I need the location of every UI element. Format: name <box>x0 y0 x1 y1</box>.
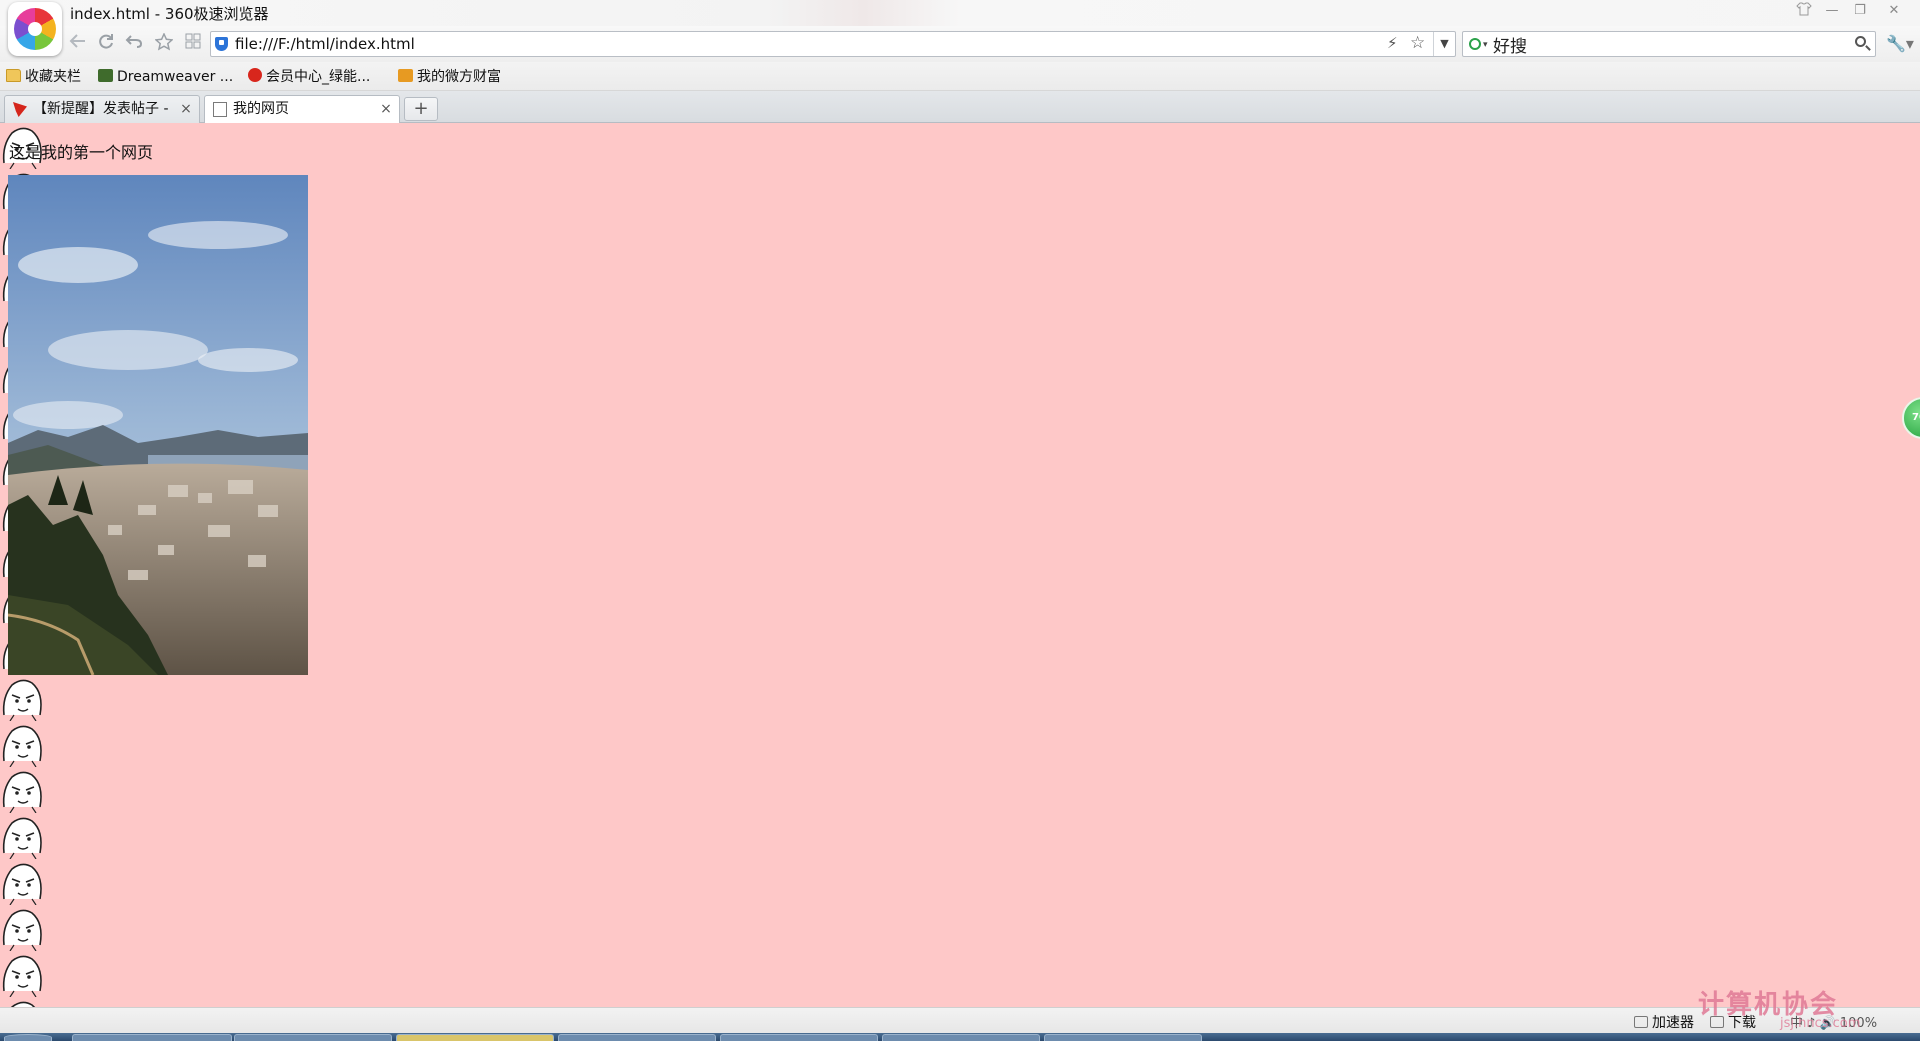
taskbar-app-qq[interactable] <box>234 1034 392 1041</box>
address-input[interactable] <box>235 34 1335 54</box>
undo-icon <box>125 35 143 48</box>
bookmark-star-icon[interactable]: ☆ <box>1410 33 1425 53</box>
taskbar-app-browser[interactable] <box>72 1034 232 1041</box>
landscape-photo <box>8 175 308 675</box>
tab-strip: 【新提醒】发表帖子 - × 我的网页 × + <box>0 91 1920 124</box>
watermark-url: jsj.hncs.com <box>1780 1016 1861 1031</box>
accelerator-label: 加速器 <box>1652 1015 1694 1031</box>
star-outline-icon <box>154 32 174 51</box>
maximize-button[interactable]: ❐ <box>1848 2 1872 20</box>
tab-my-webpage[interactable]: 我的网页 × <box>204 95 400 124</box>
site-favicon-icon <box>13 102 27 117</box>
favorite-button[interactable] <box>152 32 176 55</box>
download-button[interactable]: 下载 <box>1710 1012 1756 1032</box>
engine-dropdown-icon[interactable]: ▾ <box>1483 40 1488 50</box>
arrow-left-icon <box>69 34 85 48</box>
bookmark-favorites-bar[interactable]: 收藏夹栏 <box>6 67 81 87</box>
search-engine-icon[interactable] <box>1469 38 1481 50</box>
accelerator-button[interactable]: 加速器 <box>1634 1012 1694 1032</box>
download-icon <box>1710 1016 1724 1028</box>
close-tab-icon[interactable]: × <box>379 96 393 122</box>
security-shield-icon[interactable] <box>215 37 228 51</box>
bookmark-label: 我的微方财富 <box>417 69 501 85</box>
skin-button[interactable] <box>1792 2 1816 20</box>
bookmark-label: 会员中心_绿能... <box>266 69 371 85</box>
taskbar-app-folder[interactable] <box>396 1034 554 1041</box>
dreamweaver-icon <box>98 69 113 82</box>
folder-icon <box>6 69 21 82</box>
status-bar: 计算机协会 加速器 下载 中 ♪ 🔊 100% jsj.hncs.com <box>0 990 1920 1033</box>
speed-ball-widget[interactable]: 70 <box>1902 397 1920 439</box>
bookmark-label: Dreamweaver ... <box>117 69 234 85</box>
tab-forum-post[interactable]: 【新提醒】发表帖子 - × <box>4 95 200 123</box>
refresh-button[interactable] <box>94 33 118 55</box>
tab-label: 【新提醒】发表帖子 - <box>33 101 169 117</box>
search-box[interactable]: ▾ <box>1462 31 1876 57</box>
page-viewport: 这是我的第一个网页 7 <box>0 123 1920 1007</box>
tools-wrench-icon[interactable]: 🔧▾ <box>1886 33 1916 55</box>
apps-button[interactable] <box>181 33 205 55</box>
search-icon[interactable] <box>1853 34 1873 54</box>
taskbar-app-5[interactable] <box>720 1034 878 1041</box>
weibo-icon <box>248 68 262 82</box>
taskbar-app-6[interactable] <box>882 1034 1040 1041</box>
title-bar: index.html - 360极速浏览器 — ❐ ✕ <box>0 0 1920 56</box>
tab-label: 我的网页 <box>233 101 289 117</box>
wealth-icon <box>398 69 413 82</box>
window-title: index.html - 360极速浏览器 <box>70 5 269 23</box>
bookmark-wealth[interactable]: 我的微方财富 <box>398 67 501 87</box>
undo-close-tab-button[interactable] <box>122 33 146 55</box>
close-tab-icon[interactable]: × <box>179 96 193 122</box>
download-label: 下载 <box>1728 1015 1756 1031</box>
taskbar-app-7[interactable] <box>1044 1034 1202 1041</box>
bookmark-dreamweaver[interactable]: Dreamweaver ... <box>98 67 233 87</box>
chevron-down-icon[interactable]: ▼ <box>1433 32 1455 56</box>
bookmarks-bar: 收藏夹栏 Dreamweaver ... 会员中心_绿能... 我的微方财富 <box>0 62 1920 91</box>
refresh-icon <box>99 34 113 49</box>
grid-icon <box>185 33 201 49</box>
new-tab-button[interactable]: + <box>404 97 438 121</box>
close-button[interactable]: ✕ <box>1882 2 1906 20</box>
navigation-toolbar: ⚡ ☆ ▼ ▾ 🔧▾ <box>0 26 1920 62</box>
browser-logo-icon[interactable] <box>8 2 62 56</box>
speed-mode-icon[interactable]: ⚡ <box>1387 34 1398 52</box>
os-taskbar <box>0 1033 1920 1041</box>
page-favicon-icon <box>213 102 227 117</box>
back-button[interactable] <box>66 33 90 55</box>
page-heading-text: 这是我的第一个网页 <box>9 143 154 162</box>
bookmark-member-center[interactable]: 会员中心_绿能... <box>248 67 370 87</box>
bookmark-label: 收藏夹栏 <box>25 69 81 85</box>
taskbar-app-4[interactable] <box>558 1034 716 1041</box>
start-button[interactable] <box>4 1034 52 1041</box>
search-input[interactable] <box>1493 34 1833 54</box>
rocket-icon <box>1634 1016 1648 1028</box>
address-bar[interactable]: ⚡ ☆ ▼ <box>210 31 1456 57</box>
minimize-button[interactable]: — <box>1820 2 1844 20</box>
